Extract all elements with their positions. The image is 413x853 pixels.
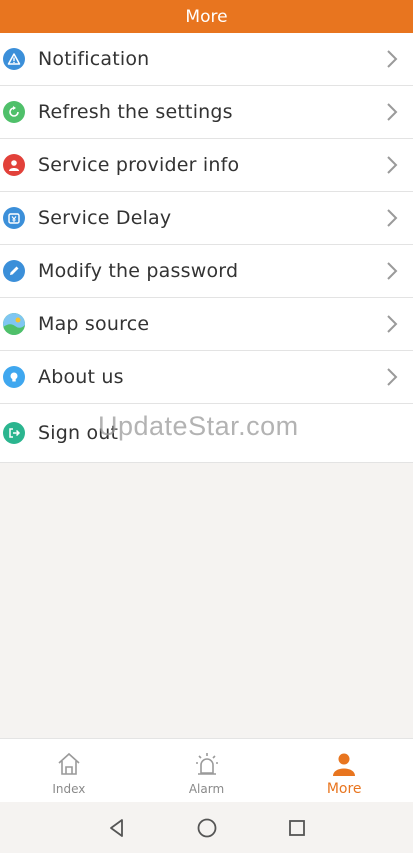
more-menu: Notification Refresh the settings Servic…	[0, 33, 413, 463]
menu-item-modify-password[interactable]: Modify the password	[0, 245, 413, 298]
home-icon	[58, 752, 80, 775]
page-header: More	[0, 0, 413, 33]
menu-item-label: Refresh the settings	[38, 101, 233, 123]
menu-item-label: Service provider info	[38, 154, 240, 176]
alarm-siren-icon	[195, 753, 218, 775]
page-title: More	[185, 6, 228, 27]
home-circle-icon[interactable]	[196, 817, 218, 839]
tab-alarm[interactable]: Alarm	[138, 739, 276, 802]
menu-item-refresh-settings[interactable]: Refresh the settings	[0, 86, 413, 139]
chevron-right-icon	[387, 156, 398, 174]
tab-label: More	[326, 781, 362, 797]
lightbulb-icon	[3, 366, 25, 388]
tab-label: Alarm	[188, 782, 225, 796]
tab-index[interactable]: Index	[0, 739, 138, 802]
system-nav-bar	[0, 802, 413, 853]
chevron-right-icon	[387, 315, 398, 333]
tab-label: Index	[52, 782, 86, 796]
menu-item-label: Modify the password	[38, 260, 239, 282]
person-icon	[333, 753, 356, 776]
refresh-icon	[3, 101, 25, 123]
menu-item-service-delay[interactable]: Service Delay	[0, 192, 413, 245]
tab-more[interactable]: More	[275, 739, 413, 802]
chevron-right-icon	[387, 262, 398, 280]
landscape-icon	[3, 313, 25, 335]
recents-icon[interactable]	[286, 817, 308, 839]
menu-item-label: Map source	[38, 313, 150, 335]
logout-icon	[3, 422, 25, 444]
chevron-right-icon	[387, 103, 398, 121]
chevron-right-icon	[387, 368, 398, 386]
chevron-right-icon	[387, 209, 398, 227]
pencil-icon	[3, 260, 25, 282]
back-icon[interactable]	[106, 817, 128, 839]
menu-item-label: About us	[38, 366, 124, 388]
bottom-tab-bar: Index Alarm More	[0, 738, 413, 802]
menu-item-label: Notification	[38, 48, 150, 70]
person-icon	[3, 154, 25, 176]
chevron-right-icon	[387, 50, 398, 68]
calendar-yen-icon	[3, 207, 25, 229]
warning-icon	[3, 48, 25, 70]
menu-item-about-us[interactable]: About us	[0, 351, 413, 404]
watermark-text: UpdateStar.com	[98, 411, 299, 441]
menu-item-label: Service Delay	[38, 207, 172, 229]
menu-item-notification[interactable]: Notification	[0, 33, 413, 86]
menu-item-map-source[interactable]: Map source	[0, 298, 413, 351]
menu-item-service-provider-info[interactable]: Service provider info	[0, 139, 413, 192]
